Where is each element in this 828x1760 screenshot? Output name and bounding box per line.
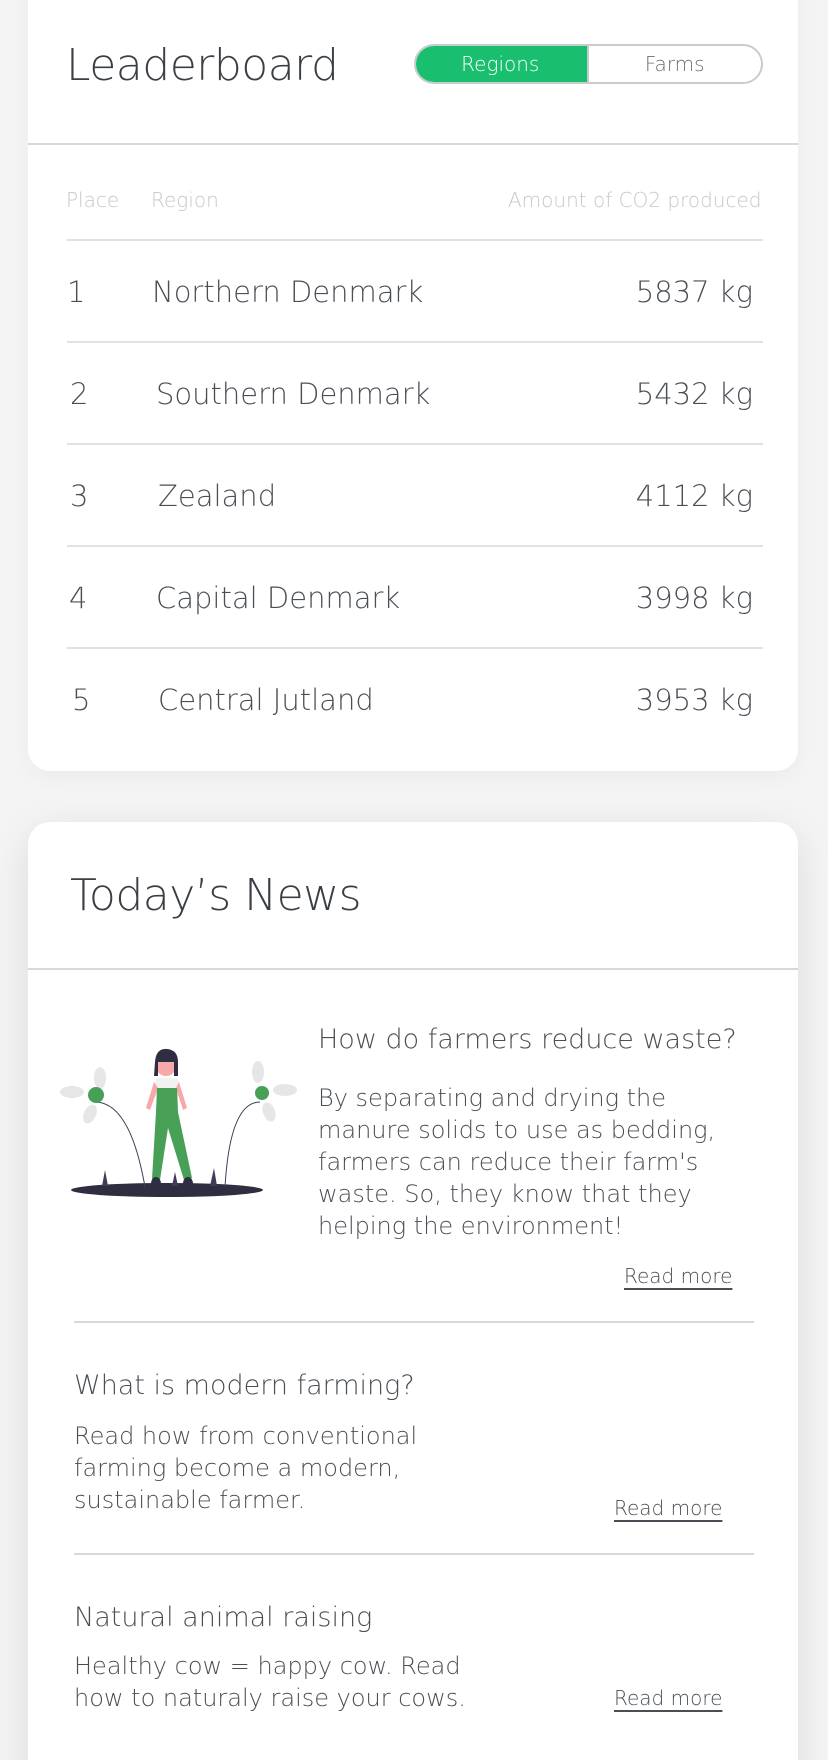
news-headline[interactable]: Natural animal raising — [74, 1602, 372, 1633]
column-header-place: Place — [66, 188, 120, 212]
news-body: Healthy cow = happy cow. Read how to nat… — [74, 1652, 466, 1712]
row-region: Central Jutland — [158, 683, 374, 717]
news-item-divider — [74, 1553, 754, 1555]
row-place: 1 — [67, 275, 86, 309]
farms-tab[interactable]: Farms — [586, 46, 762, 82]
regions-tab[interactable]: Regions — [416, 46, 587, 82]
news-header-divider — [28, 968, 798, 970]
row-place: 5 — [72, 683, 91, 717]
news-title: Today’s News — [70, 870, 362, 921]
header-divider — [28, 143, 798, 145]
row-place: 4 — [69, 581, 88, 615]
row-amount: 5837 kg — [635, 275, 753, 309]
leaderboard-toggle: Regions Farms — [414, 44, 763, 84]
news-card: Today’s News How do farmers reduce waste… — [28, 822, 798, 1760]
row-place: 3 — [70, 479, 89, 513]
table-row: 4 Capital Denmark 3998 kg — [67, 547, 763, 649]
row-amount: 3953 kg — [635, 683, 753, 717]
leaderboard-title: Leaderboard — [66, 40, 339, 91]
table-row: 1 Northern Denmark 5837 kg — [67, 241, 763, 343]
row-place: 2 — [70, 377, 89, 411]
table-row: 2 Southern Denmark 5432 kg — [67, 343, 763, 445]
row-amount: 4112 kg — [635, 479, 753, 513]
row-region: Capital Denmark — [156, 581, 401, 615]
row-amount: 5432 kg — [635, 377, 753, 411]
row-amount: 3998 kg — [635, 581, 753, 615]
table-row: 5 Central Jutland 3953 kg — [67, 649, 763, 751]
news-headline[interactable]: How do farmers reduce waste? — [318, 1024, 737, 1055]
row-region: Zealand — [158, 479, 277, 513]
read-more-link[interactable]: Read more — [614, 1496, 722, 1520]
row-region: Southern Denmark — [156, 377, 431, 411]
news-headline[interactable]: What is modern farming? — [74, 1370, 415, 1401]
farmer-illustration-icon — [60, 1048, 297, 1197]
news-body: By separating and drying the manure soli… — [318, 1084, 716, 1240]
column-header-region: Region — [151, 188, 219, 212]
read-more-link[interactable]: Read more — [624, 1264, 732, 1288]
table-row: 3 Zealand 4112 kg — [67, 445, 763, 547]
news-item-divider — [74, 1321, 754, 1323]
read-more-link[interactable]: Read more — [614, 1686, 722, 1710]
row-region: Northern Denmark — [152, 275, 424, 309]
leaderboard-card: Leaderboard Regions Farms Place Region A… — [28, 0, 798, 771]
news-body: Read how from conventional farming becom… — [74, 1422, 418, 1514]
column-header-amount: Amount of CO2 produced — [508, 188, 762, 212]
